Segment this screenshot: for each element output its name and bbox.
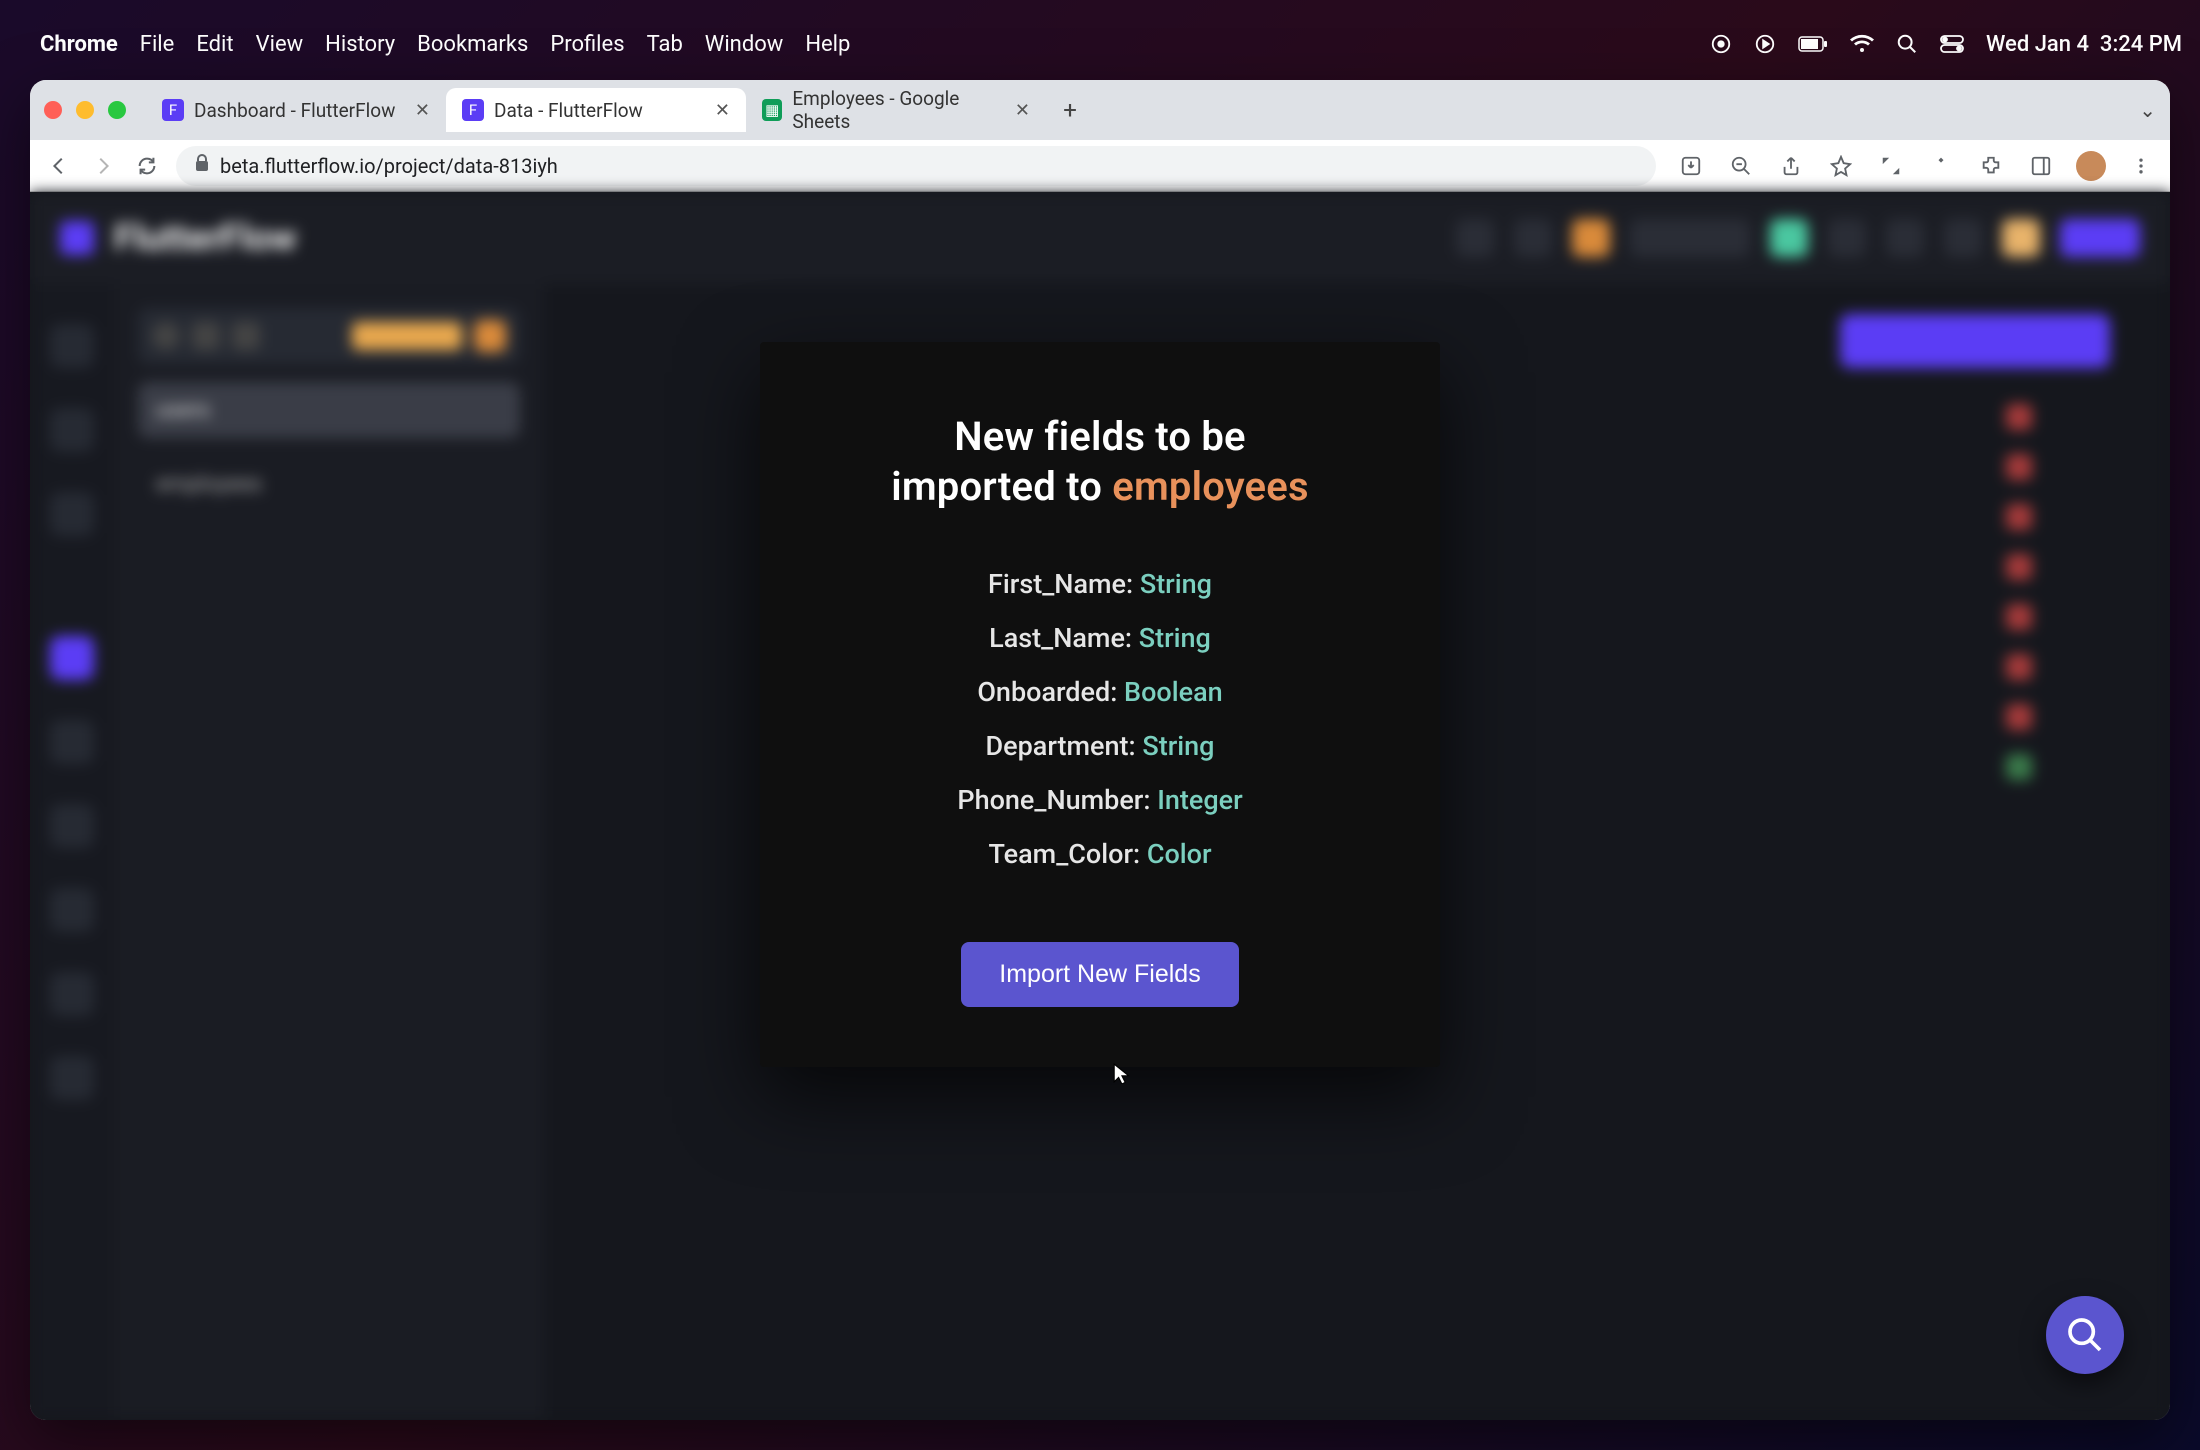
fullscreen-window-icon[interactable] [108,101,126,119]
tab-favicon-icon: F [162,99,184,121]
browser-tab[interactable]: F Data - FlutterFlow ✕ [446,88,746,132]
import-fields-modal: New fields to be imported to employees F… [760,342,1440,1067]
menubar-item[interactable]: Tab [647,32,683,57]
sidepanel-icon[interactable] [2026,151,2056,181]
menubar-item[interactable]: Edit [196,32,233,57]
spotlight-icon[interactable] [1896,33,1918,55]
field-row: First_Name: String [988,568,1212,600]
reload-button[interactable] [132,151,162,181]
menubar-app-name[interactable]: Chrome [40,32,118,57]
flutterflow-app: FlutterFlow [30,192,2170,1420]
back-button[interactable] [44,151,74,181]
menubar-item[interactable]: File [140,32,175,57]
play-circle-icon[interactable] [1754,33,1776,55]
tab-close-icon[interactable]: ✕ [715,100,730,121]
chrome-toolbar: beta.flutterflow.io/project/data-813iyh [30,140,2170,192]
menubar-item[interactable]: Profiles [550,32,624,57]
macos-menubar: Chrome File Edit View History Bookmarks … [0,18,2200,70]
extension-icon[interactable] [1926,151,1956,181]
modal-overlay: New fields to be imported to employees F… [30,192,2170,1420]
menubar-item[interactable]: View [256,32,304,57]
collection-name: employees [1112,463,1309,510]
menubar-clock[interactable]: Wed Jan 4 3:24 PM [1986,32,2182,57]
bookmark-icon[interactable] [1826,151,1856,181]
menubar-item[interactable]: Window [705,32,784,57]
menubar-item[interactable]: History [325,32,395,57]
tab-favicon-icon: ▦ [762,99,782,121]
menubar-item[interactable]: Help [805,32,850,57]
control-center-icon[interactable] [1940,35,1964,53]
url-text: beta.flutterflow.io/project/data-813iyh [220,154,558,178]
menubar-item[interactable]: Bookmarks [417,32,528,57]
chrome-tabbar: F Dashboard - FlutterFlow ✕ F Data - Flu… [30,80,2170,140]
browser-tab[interactable]: ▦ Employees - Google Sheets ✕ [746,88,1046,132]
wifi-icon[interactable] [1850,34,1874,54]
window-controls[interactable] [44,101,126,119]
tab-title: Employees - Google Sheets [792,87,1005,133]
chrome-window: F Dashboard - FlutterFlow ✕ F Data - Flu… [30,80,2170,1420]
extensions-icon[interactable] [1976,151,2006,181]
import-new-fields-button[interactable]: Import New Fields [961,942,1238,1007]
lock-icon [194,154,210,177]
field-row: Onboarded: Boolean [977,676,1222,708]
address-bar[interactable]: beta.flutterflow.io/project/data-813iyh [176,146,1656,186]
help-button[interactable] [2046,1296,2124,1374]
tab-close-icon[interactable]: ✕ [1015,100,1030,121]
share-icon[interactable] [1776,151,1806,181]
new-tab-button[interactable]: + [1052,92,1088,128]
tabs-overflow-icon[interactable]: ⌄ [2139,98,2156,122]
browser-tab[interactable]: F Dashboard - FlutterFlow ✕ [146,88,446,132]
forward-button[interactable] [88,151,118,181]
fullscreen-icon[interactable] [1876,151,1906,181]
battery-icon[interactable] [1798,36,1828,52]
screen-record-icon[interactable] [1710,33,1732,55]
install-app-icon[interactable] [1676,151,1706,181]
fields-list: First_Name: String Last_Name: String Onb… [820,568,1380,870]
tab-favicon-icon: F [462,99,484,121]
tab-close-icon[interactable]: ✕ [415,100,430,121]
chrome-menu-icon[interactable] [2126,151,2156,181]
minimize-window-icon[interactable] [76,101,94,119]
field-row: Phone_Number: Integer [957,784,1242,816]
field-row: Last_Name: String [989,622,1211,654]
profile-avatar[interactable] [2076,151,2106,181]
modal-title: New fields to be imported to employees [820,412,1380,512]
field-row: Team_Color: Color [988,838,1211,870]
tab-title: Dashboard - FlutterFlow [194,99,395,122]
field-row: Department: String [986,730,1215,762]
close-window-icon[interactable] [44,101,62,119]
tab-title: Data - FlutterFlow [494,99,643,122]
zoom-icon[interactable] [1726,151,1756,181]
